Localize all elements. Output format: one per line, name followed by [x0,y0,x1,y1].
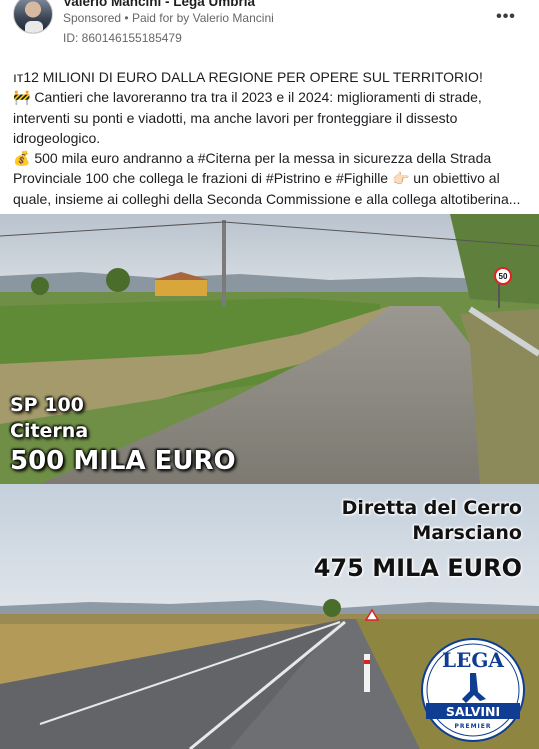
logo-premier-text: PREMIER [454,723,491,730]
post-line-headline: ıт12 MILIONI DI EURO DALLA REGIONE PER O… [13,67,529,87]
avatar[interactable] [13,0,53,34]
logo-salvini-text: SALVINI [446,704,500,719]
sp100-caption: SP 100 Citerna 500 MILA EURO [10,392,236,478]
author-name[interactable]: Valerio Mancini - Lega Umbria [63,0,255,9]
more-options-icon[interactable]: ••• [495,8,517,26]
marsciano-caption-amount: 475 MILA EURO [313,554,522,582]
marsciano-caption-road: Diretta del Cerro [341,497,522,519]
construction-emoji: 🚧 [13,89,31,106]
lega-salvini-logo: LEGA SALVINI PREMIER [421,638,525,742]
headline-text: 12 MILIONI DI EURO DALLA REGIONE PER OPE… [23,69,483,85]
ad-id: ID: 860146155185479 [63,31,182,45]
post-line-citerna: 💰 500 mila euro andranno a #Citerna per … [13,148,529,209]
meta-separator: • [124,11,129,25]
speed-limit-sign: 50 [499,272,508,281]
marsciano-caption-town: Marsciano [412,522,522,544]
sponsored-label[interactable]: Sponsored [63,11,121,25]
pointing-emoji: 👉🏻 [391,170,410,187]
sp100-caption-road: SP 100 [10,394,84,416]
marsciano-caption: Diretta del Cerro Marsciano 475 MILA EUR… [314,496,522,585]
post-text: ıт12 MILIONI DI EURO DALLA REGIONE PER O… [13,67,529,209]
sp100-caption-town: Citerna [10,420,89,442]
sp100-caption-amount: 500 MILA EURO [10,446,236,476]
works-text: Cantieri che lavoreranno tra tra il 2023… [13,89,482,146]
post-header: Valerio Mancini - Lega Umbria Sponsored … [0,0,539,56]
money-bag-emoji: 💰 [13,150,31,167]
sponsored-meta: Sponsored • Paid for by Valerio Mancini [63,11,274,25]
headline-emoji: ıт [13,69,24,85]
logo-lega-text: LEGA [442,648,504,672]
post-line-works: 🚧 Cantieri che lavoreranno tra tra il 20… [13,87,529,148]
paid-for-label: Paid for by Valerio Mancini [131,11,274,25]
